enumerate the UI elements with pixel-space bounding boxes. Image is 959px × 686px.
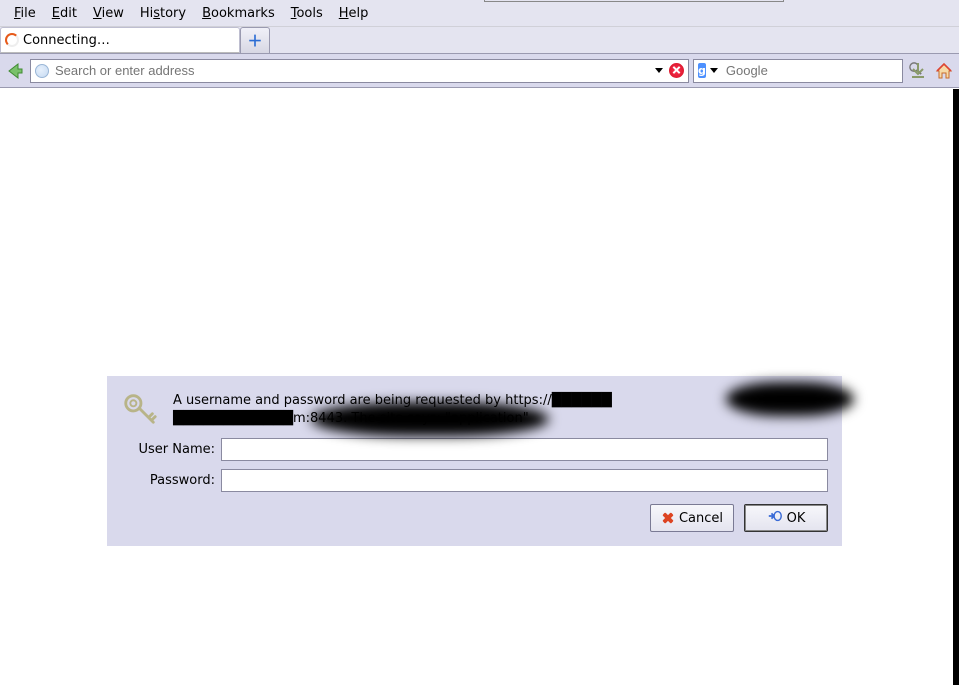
ok-button[interactable]: OK bbox=[744, 504, 828, 532]
cancel-button-label: Cancel bbox=[679, 511, 723, 526]
ok-arrow-icon bbox=[767, 509, 783, 527]
cancel-x-icon bbox=[661, 511, 675, 525]
redaction-blob bbox=[726, 382, 854, 416]
menu-file[interactable]: File bbox=[6, 2, 44, 25]
menu-help[interactable]: Help bbox=[331, 2, 377, 25]
http-auth-dialog: A username and password are being reques… bbox=[107, 376, 842, 546]
cancel-button[interactable]: Cancel bbox=[650, 504, 734, 532]
back-button[interactable] bbox=[4, 60, 26, 82]
menu-view[interactable]: View bbox=[85, 2, 132, 25]
search-input[interactable] bbox=[724, 62, 904, 79]
menu-tools[interactable]: Tools bbox=[283, 2, 331, 25]
loading-spinner-icon bbox=[5, 33, 19, 47]
key-icon bbox=[121, 390, 159, 428]
tab-strip: Connecting… ＋ bbox=[0, 27, 959, 54]
home-button[interactable] bbox=[933, 60, 955, 82]
url-input[interactable] bbox=[53, 62, 651, 79]
new-tab-button[interactable]: ＋ bbox=[240, 27, 270, 53]
search-engine-dropdown-icon[interactable] bbox=[710, 68, 718, 73]
url-dropdown-icon[interactable] bbox=[655, 68, 663, 73]
menu-history[interactable]: History bbox=[132, 2, 194, 25]
tab-title: Connecting… bbox=[23, 33, 110, 48]
globe-icon bbox=[35, 64, 49, 78]
plus-icon: ＋ bbox=[247, 30, 262, 51]
password-label: Password: bbox=[121, 473, 221, 488]
password-input[interactable] bbox=[221, 469, 828, 492]
username-label: User Name: bbox=[121, 442, 221, 457]
vertical-scrollbar[interactable] bbox=[953, 89, 959, 685]
search-engine-icon[interactable]: g bbox=[698, 63, 706, 78]
url-bar[interactable] bbox=[30, 59, 689, 83]
navigation-toolbar: g bbox=[0, 54, 959, 88]
tab-active[interactable]: Connecting… bbox=[0, 27, 240, 53]
menu-edit[interactable]: Edit bbox=[44, 2, 85, 25]
stop-reload-button[interactable] bbox=[669, 63, 684, 78]
redaction-blob bbox=[311, 402, 549, 436]
username-input[interactable] bbox=[221, 438, 828, 461]
search-bar[interactable]: g bbox=[693, 59, 903, 83]
titlebar-remnant bbox=[484, 0, 784, 2]
page-content: A username and password are being reques… bbox=[0, 89, 953, 685]
ok-button-label: OK bbox=[787, 511, 806, 526]
menu-bar: File Edit View History Bookmarks Tools H… bbox=[0, 0, 959, 27]
menu-bookmarks[interactable]: Bookmarks bbox=[194, 2, 283, 25]
downloads-button[interactable] bbox=[907, 60, 929, 82]
